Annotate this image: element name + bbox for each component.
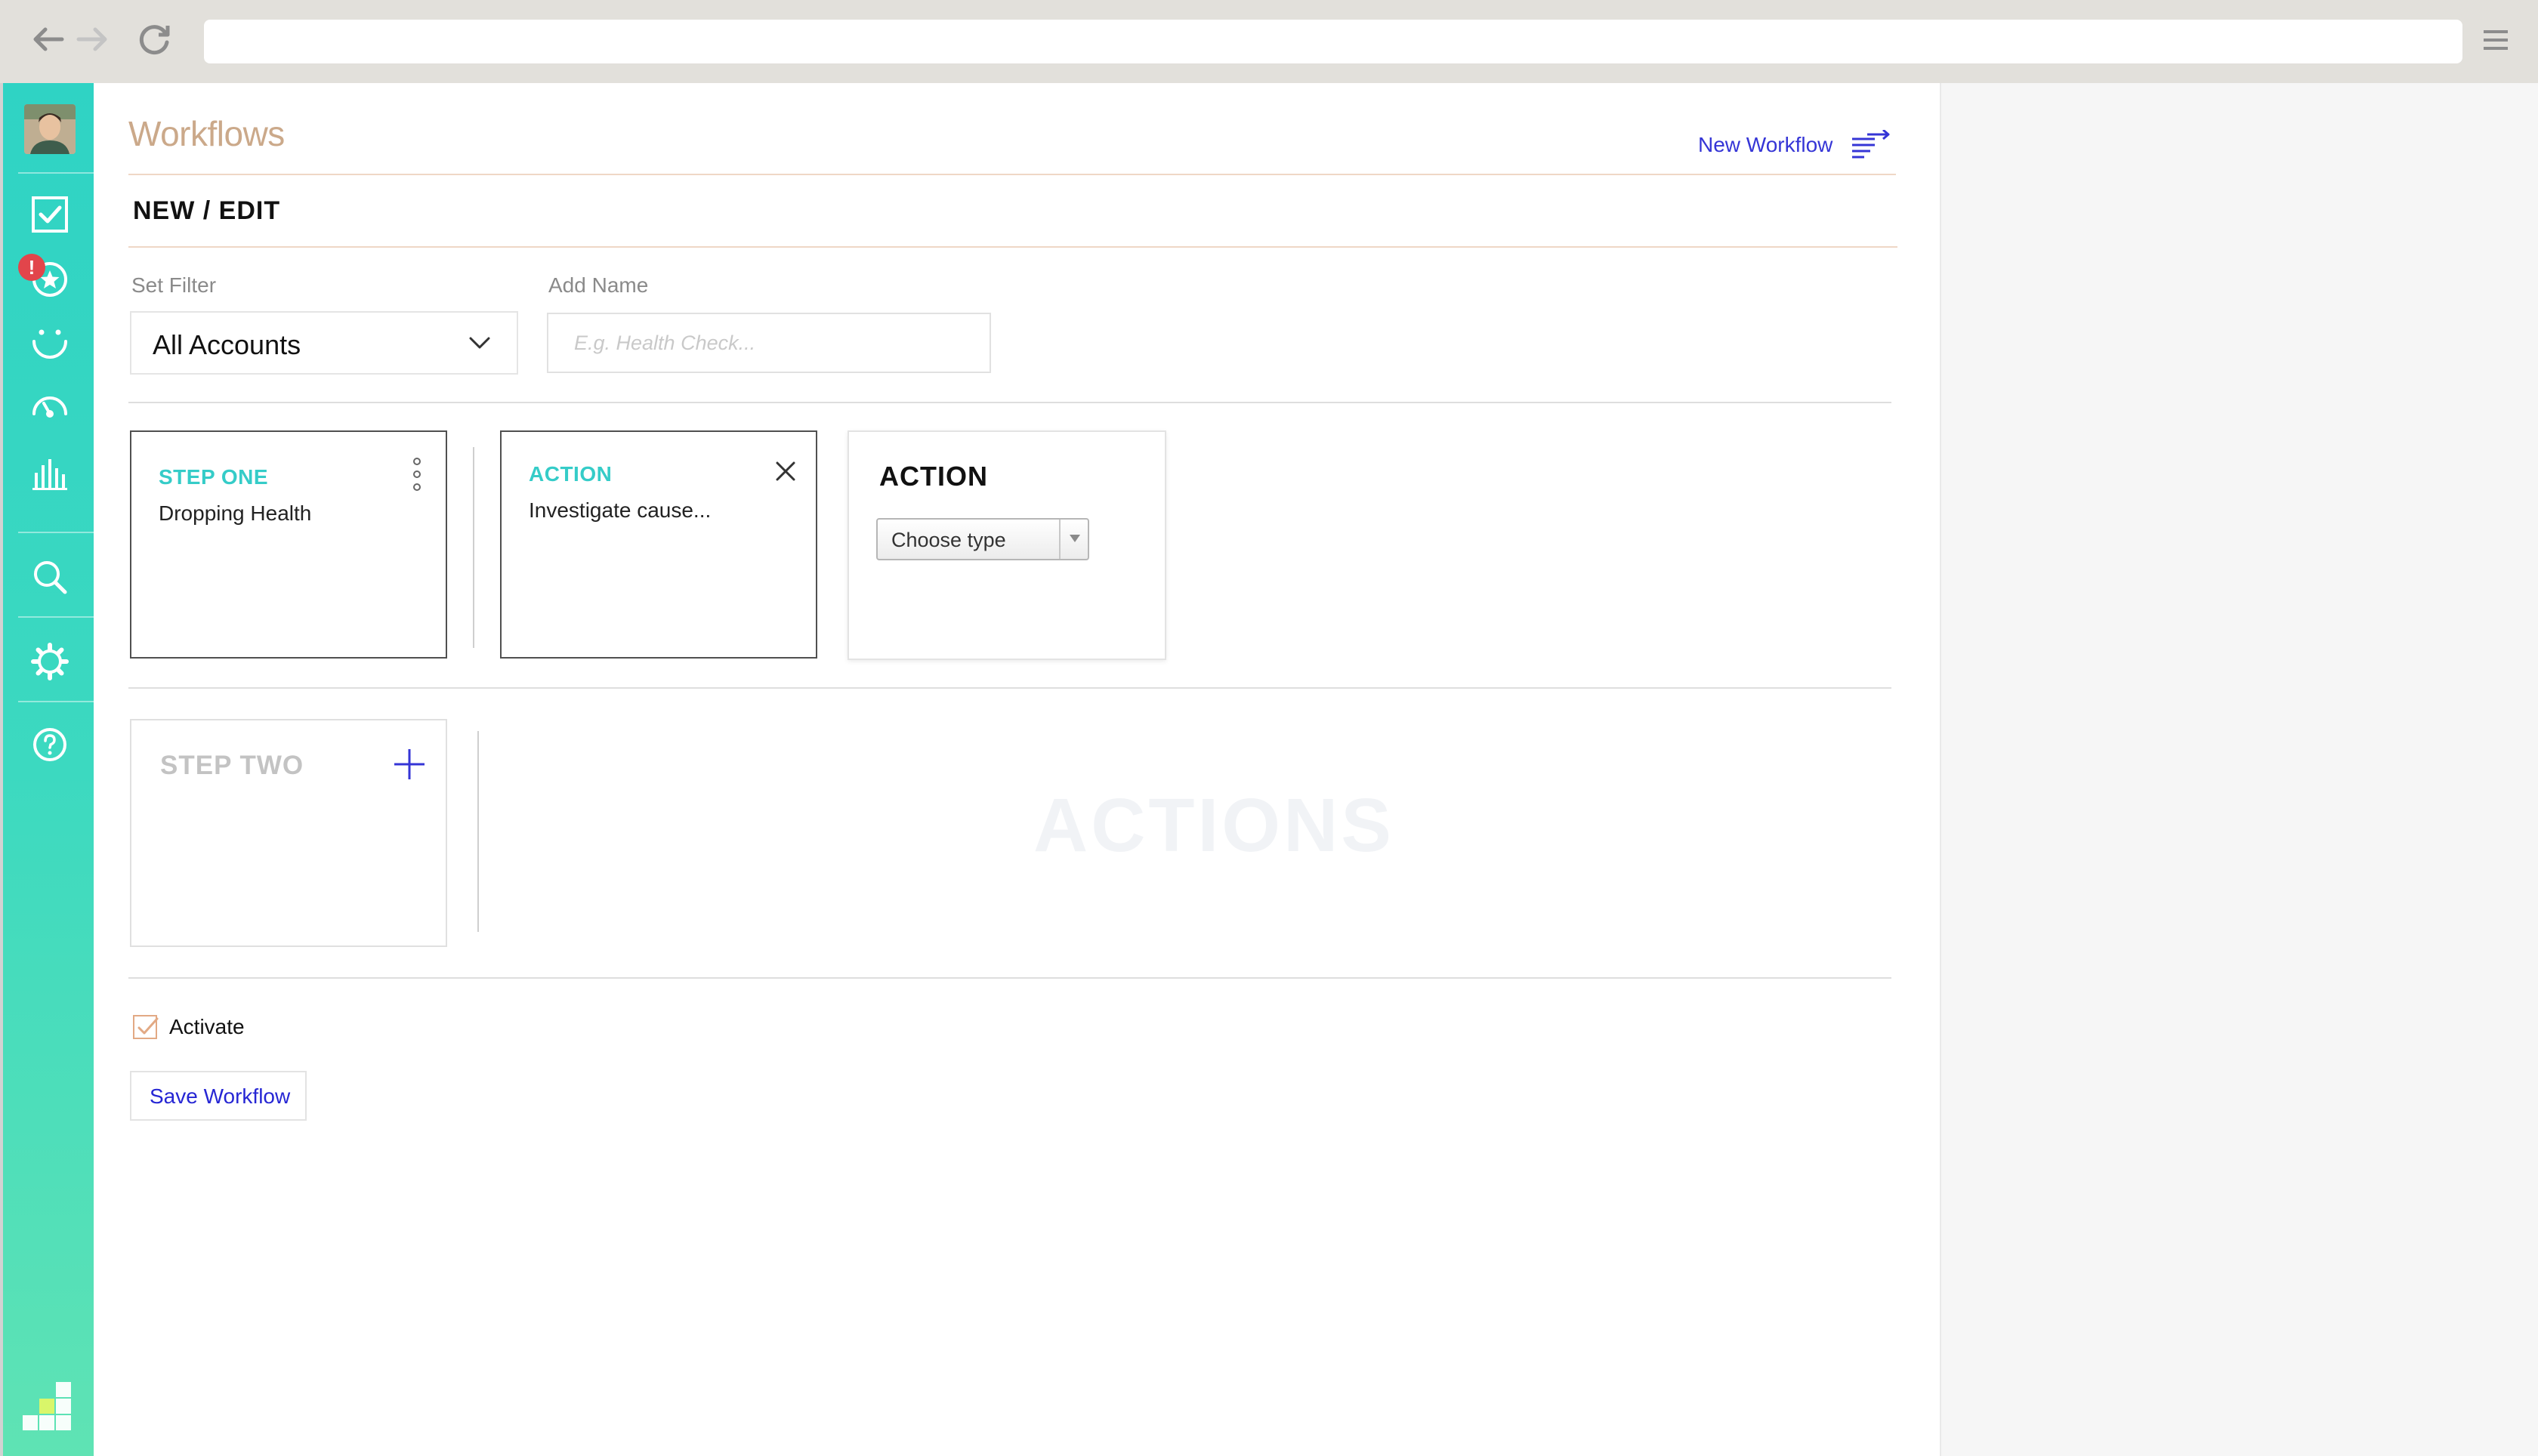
sidebar-divider [18,532,94,533]
name-label: Add Name [548,273,649,297]
step-one-card[interactable]: STEP ONE Dropping Health [130,430,447,659]
activate-label: Activate [169,1015,245,1038]
chevron-down-icon [469,337,490,349]
sidebar-divider [18,616,94,618]
address-bar[interactable] [204,20,2462,63]
step-one-kicker: STEP ONE [159,465,269,489]
step-separator [477,731,479,932]
app-sidebar: ! [0,83,94,1456]
back-arrow-icon[interactable] [29,20,68,59]
checkbox-icon[interactable] [29,193,71,236]
help-icon[interactable] [29,723,71,766]
brand-logo-icon [23,1382,71,1430]
actions-placeholder-text: ACTIONS [1033,783,1394,868]
divider [128,402,1891,403]
step-two-card[interactable]: STEP TWO [130,719,447,947]
filter-label: Set Filter [131,273,217,297]
title-divider [128,174,1896,175]
action-text: Investigate cause... [529,498,712,522]
step-two-kicker: STEP TWO [160,751,304,780]
gear-icon[interactable] [29,640,71,683]
save-workflow-label: Save Workflow [150,1084,291,1108]
app-window: ! Workflows New Workflow NEW / EDIT Set … [0,0,2538,1456]
section-title: NEW / EDIT [133,196,281,225]
browser-menu-icon[interactable] [2482,29,2509,51]
right-panel [1940,83,2538,1456]
search-icon[interactable] [29,556,71,598]
forward-arrow-icon[interactable] [73,20,112,59]
more-options-icon[interactable] [406,455,428,494]
step-separator [473,447,474,648]
checkmark-icon [137,1017,159,1035]
new-workflow-icon[interactable] [1849,130,1891,160]
new-workflow-link[interactable]: New Workflow [1698,133,1832,157]
save-workflow-button[interactable]: Save Workflow [130,1071,307,1121]
filter-select-value: All Accounts [153,329,301,360]
workflow-name-input[interactable] [547,313,991,373]
page-title: Workflows [128,114,285,153]
close-icon[interactable] [770,456,801,486]
divider [128,977,1891,979]
sidebar-divider [18,701,94,702]
step-one-text: Dropping Health [159,501,312,525]
add-step-icon[interactable] [391,746,428,782]
section-divider [128,246,1897,248]
new-action-title: ACTION [879,461,988,492]
new-action-card: ACTION Choose type [848,430,1166,660]
action-type-value: Choose type [891,529,1006,551]
action-card[interactable]: ACTION Investigate cause... [500,430,817,659]
avatar[interactable] [24,104,76,154]
dropdown-arrow-icon [1059,520,1088,559]
bar-chart-icon[interactable] [29,452,71,494]
sidebar-divider [18,172,94,174]
user-photo-icon [24,104,76,154]
filter-select[interactable]: All Accounts [130,311,518,375]
smile-icon[interactable] [29,322,71,364]
alert-badge: ! [18,254,45,281]
action-type-select[interactable]: Choose type [876,518,1089,560]
divider [128,687,1891,689]
action-kicker: ACTION [529,462,613,486]
browser-toolbar [0,0,2538,83]
activate-checkbox[interactable] [133,1015,159,1039]
gauge-icon[interactable] [29,387,71,429]
reload-icon[interactable] [134,20,174,59]
